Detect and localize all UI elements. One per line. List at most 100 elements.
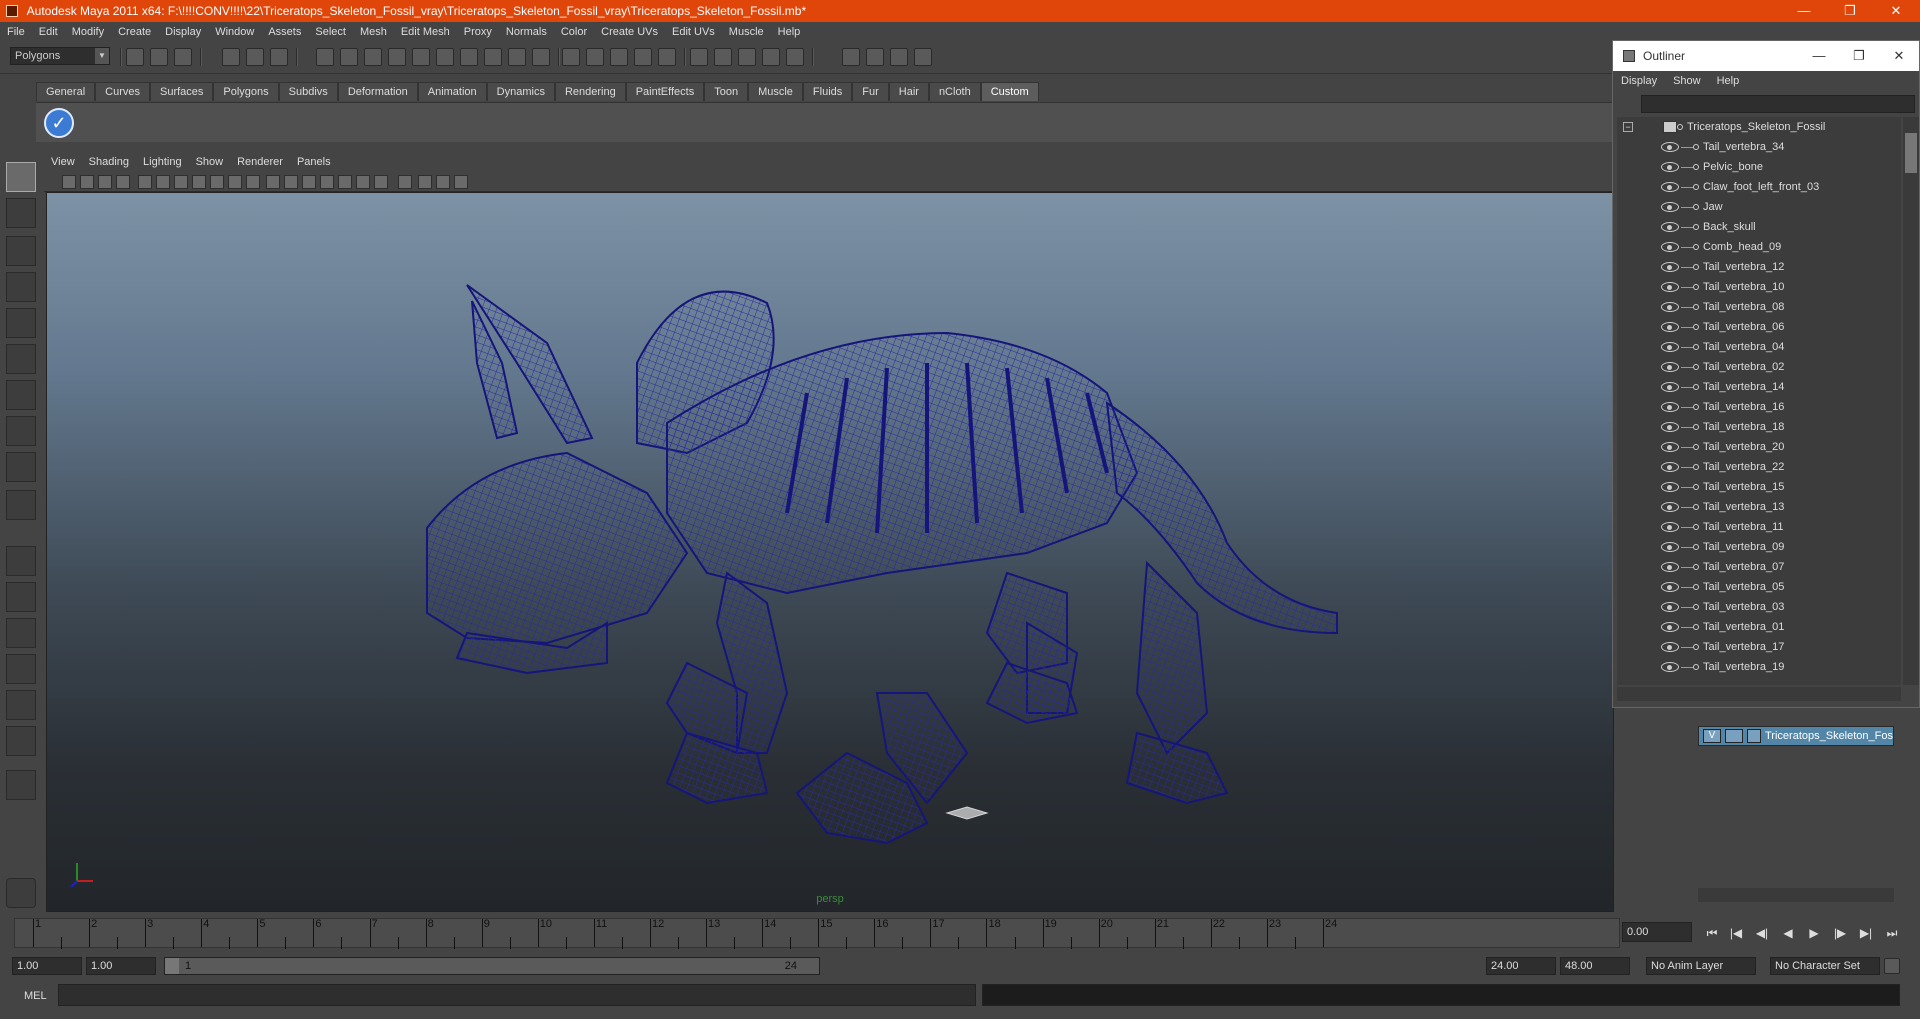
panel-menu-show[interactable]: Show	[189, 152, 231, 172]
pick-joint-icon[interactable]	[340, 48, 358, 66]
outliner-item[interactable]: Tail_vertebra_17	[1617, 637, 1901, 657]
outliner-item[interactable]: Claw_foot_left_front_03	[1617, 177, 1901, 197]
perspective-viewport[interactable]: persp	[46, 192, 1614, 912]
menu-edit-mesh[interactable]: Edit Mesh	[394, 22, 457, 42]
outliner-item[interactable]: Tail_vertebra_15	[1617, 477, 1901, 497]
outliner-item[interactable]: Tail_vertebra_16	[1617, 397, 1901, 417]
outliner-menu-help[interactable]: Help	[1709, 71, 1748, 91]
scale-tool-icon[interactable]	[6, 344, 36, 374]
visibility-eye-icon[interactable]	[1661, 602, 1679, 612]
wireframe-icon[interactable]	[266, 175, 280, 189]
visibility-eye-icon[interactable]	[1661, 242, 1679, 252]
outliner-item[interactable]: Tail_vertebra_11	[1617, 517, 1901, 537]
safe-title-icon[interactable]	[246, 175, 260, 189]
outliner-item[interactable]: Tail_vertebra_07	[1617, 557, 1901, 577]
highlight-select-icon[interactable]	[532, 48, 550, 66]
select-tool-icon[interactable]	[6, 162, 36, 192]
layout-outliner-icon[interactable]	[6, 618, 36, 648]
tab-fluids[interactable]: Fluids	[802, 82, 853, 101]
outliner-item[interactable]: Tail_vertebra_01	[1617, 617, 1901, 637]
outliner-item[interactable]: Tail_vertebra_13	[1617, 497, 1901, 517]
menu-muscle[interactable]: Muscle	[722, 22, 771, 42]
tab-dynamics[interactable]: Dynamics	[486, 82, 555, 101]
render-settings-icon[interactable]	[786, 48, 804, 66]
tab-subdivs[interactable]: Subdivs	[278, 82, 338, 101]
visibility-eye-icon[interactable]	[1661, 342, 1679, 352]
safe-action-icon[interactable]	[228, 175, 242, 189]
camera-lock-icon[interactable]	[80, 175, 94, 189]
ipr-render-icon[interactable]	[762, 48, 780, 66]
rotate-tool-icon[interactable]	[6, 308, 36, 338]
outliner-filter-input[interactable]	[1641, 95, 1915, 113]
visibility-eye-icon[interactable]	[1661, 582, 1679, 592]
playback-end-field[interactable]: 24.00	[1486, 957, 1556, 975]
visibility-eye-icon[interactable]	[1661, 402, 1679, 412]
menu-edit-uvs[interactable]: Edit UVs	[665, 22, 722, 42]
menu-select[interactable]: Select	[308, 22, 353, 42]
tab-polygons[interactable]: Polygons	[213, 82, 279, 101]
pick-deform-icon[interactable]	[412, 48, 430, 66]
visibility-eye-icon[interactable]	[1661, 462, 1679, 472]
visibility-eye-icon[interactable]	[1661, 202, 1679, 212]
image-plane-icon[interactable]	[116, 175, 130, 189]
soft-mod-icon[interactable]	[6, 416, 36, 446]
range-slider[interactable]: 1 24	[164, 957, 820, 975]
menu-file[interactable]: File	[0, 22, 32, 42]
tab-painteffects[interactable]: PaintEffects	[625, 82, 705, 101]
outliner-item[interactable]: Tail_vertebra_02	[1617, 357, 1901, 377]
layer-editor-icon[interactable]	[914, 48, 932, 66]
current-frame-field[interactable]: 0.00	[1622, 922, 1692, 942]
pick-handle-icon[interactable]	[316, 48, 334, 66]
step-forward-frame-icon[interactable]: |▶	[1830, 924, 1850, 942]
menu-help[interactable]: Help	[771, 22, 808, 42]
visibility-eye-icon[interactable]	[1661, 502, 1679, 512]
outliner-item[interactable]: Tail_vertebra_34	[1617, 137, 1901, 157]
menu-create[interactable]: Create	[111, 22, 158, 42]
menu-display[interactable]: Display	[158, 22, 208, 42]
time-ruler[interactable]: 1 2 3 4 5 6 7 8 9 10 11 12 13 14 15 16 17 18 19 20 21 22 23 24	[14, 918, 1620, 949]
outliner-item[interactable]: Back_skull	[1617, 217, 1901, 237]
tab-custom[interactable]: Custom	[980, 82, 1039, 101]
snap-grid-icon[interactable]	[562, 48, 580, 66]
isolate-select-icon[interactable]	[398, 175, 412, 189]
snap-live-icon[interactable]	[658, 48, 676, 66]
panel-menu-view[interactable]: View	[44, 152, 82, 172]
xray-joints-icon[interactable]	[436, 175, 450, 189]
render-frame-icon[interactable]	[738, 48, 756, 66]
menu-proxy[interactable]: Proxy	[457, 22, 499, 42]
camera-select-icon[interactable]	[62, 175, 76, 189]
outliner-close-button[interactable]: ✕	[1879, 41, 1919, 71]
tab-rendering[interactable]: Rendering	[554, 82, 626, 101]
open-scene-icon[interactable]	[150, 48, 168, 66]
move-tool-icon[interactable]	[6, 272, 36, 302]
attribute-editor-icon[interactable]	[842, 48, 860, 66]
panel-menu-renderer[interactable]: Renderer	[230, 152, 290, 172]
tab-animation[interactable]: Animation	[417, 82, 487, 101]
visibility-eye-icon[interactable]	[1661, 622, 1679, 632]
menu-mesh[interactable]: Mesh	[353, 22, 394, 42]
close-button[interactable]: ✕	[1876, 0, 1916, 22]
resolution-gate-icon[interactable]	[174, 175, 188, 189]
visibility-eye-icon[interactable]	[1661, 162, 1679, 172]
layer-horizontal-scrollbar[interactable]	[1698, 888, 1894, 902]
outliner-item[interactable]: Comb_head_09	[1617, 237, 1901, 257]
snap-curve-icon[interactable]	[586, 48, 604, 66]
display-layer-row[interactable]: V Triceratops_Skeleton_Fossil	[1698, 726, 1894, 746]
tool-settings-icon[interactable]	[866, 48, 884, 66]
anim-layer-selector[interactable]: No Anim Layer	[1646, 957, 1756, 975]
menu-assets[interactable]: Assets	[261, 22, 308, 42]
default-light-icon[interactable]	[338, 175, 352, 189]
visibility-eye-icon[interactable]	[1661, 182, 1679, 192]
play-backwards-icon[interactable]: ◀	[1778, 924, 1798, 942]
pick-dynamic-icon[interactable]	[436, 48, 454, 66]
visibility-eye-icon[interactable]	[1661, 542, 1679, 552]
new-scene-icon[interactable]	[126, 48, 144, 66]
menu-modify[interactable]: Modify	[65, 22, 111, 42]
gate-mask-icon[interactable]	[192, 175, 206, 189]
outliner-minimize-button[interactable]: —	[1799, 41, 1839, 71]
layout-more-icon[interactable]	[6, 770, 36, 800]
menu-normals[interactable]: Normals	[499, 22, 554, 42]
pick-misc-icon[interactable]	[484, 48, 502, 66]
step-back-key-icon[interactable]: |◀	[1726, 924, 1746, 942]
step-forward-key-icon[interactable]: ▶|	[1856, 924, 1876, 942]
